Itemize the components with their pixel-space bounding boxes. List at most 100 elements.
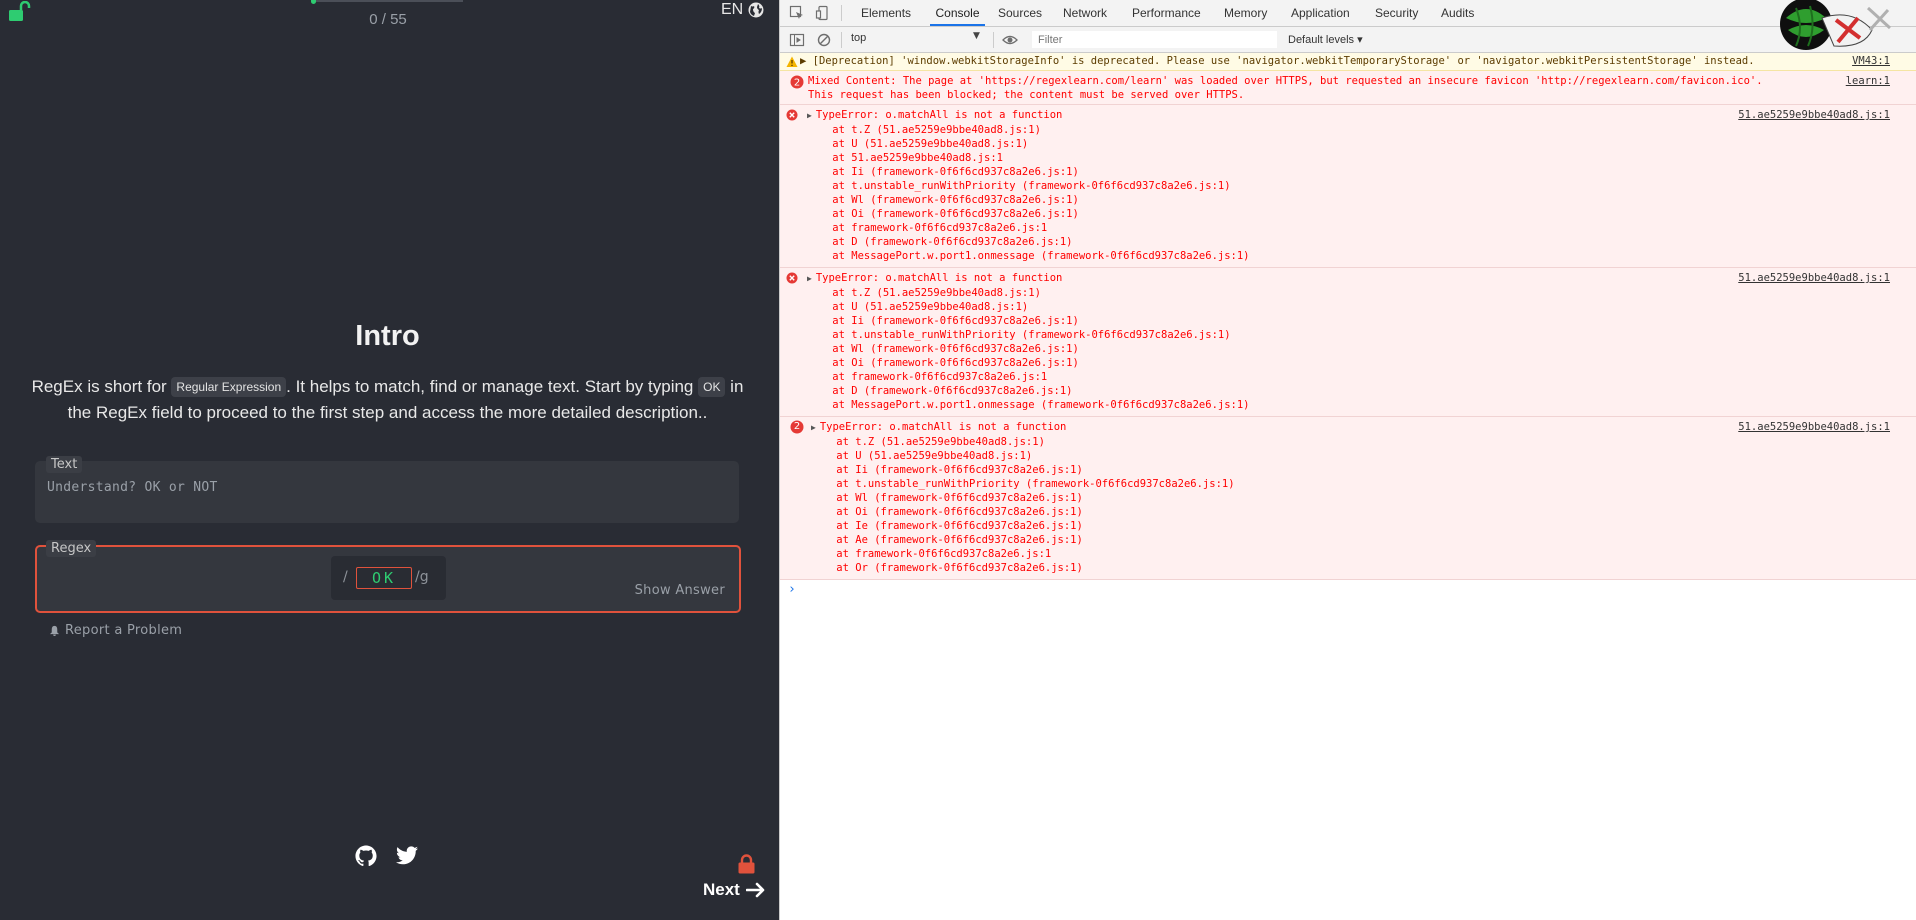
tab-performance[interactable]: Performance: [1132, 0, 1201, 26]
stack-frame[interactable]: at Oi (framework-0f6f6cd937c8a2e6.js:1): [807, 356, 1916, 370]
stack-frame[interactable]: at framework-0f6f6cd937c8a2e6.js:1: [811, 547, 1916, 561]
console-error[interactable]: 2 Mixed Content: The page at 'https://re…: [780, 71, 1916, 105]
stack-frame[interactable]: at D (framework-0f6f6cd937c8a2e6.js:1): [807, 235, 1916, 249]
lesson-title: Intro: [355, 320, 420, 352]
inspect-element-icon[interactable]: [789, 5, 805, 21]
error-icon: [786, 272, 798, 288]
description-text: . It helps to match, find or manage text…: [286, 377, 699, 396]
source-link[interactable]: learn:1: [1846, 74, 1890, 88]
stack-frame[interactable]: at t.unstable_runWithPriority (framework…: [807, 328, 1916, 342]
language-switcher[interactable]: EN: [721, 1, 764, 19]
regex-input[interactable]: [356, 567, 412, 589]
description-text: RegEx is short for: [31, 377, 172, 396]
eye-icon[interactable]: [1002, 32, 1018, 48]
github-icon[interactable]: [355, 845, 377, 867]
clear-console-icon[interactable]: [816, 32, 832, 48]
term-ok: OK: [698, 377, 726, 397]
expand-triangle-icon[interactable]: ▶: [807, 111, 812, 120]
report-problem-label: Report a Problem: [65, 623, 183, 638]
progress-indicator: [311, 0, 316, 4]
stack-frame[interactable]: at Ii (framework-0f6f6cd937c8a2e6.js:1): [811, 463, 1916, 477]
stack-frame[interactable]: at MessagePort.w.port1.onmessage (framew…: [807, 398, 1916, 412]
lock-icon: [738, 854, 755, 874]
unlock-icon[interactable]: [9, 1, 31, 21]
error-count-badge: 2: [790, 75, 804, 89]
console-prompt[interactable]: ›: [780, 580, 1916, 600]
toolbar-separator: [841, 32, 842, 48]
sidebar-toggle-icon[interactable]: [789, 32, 805, 48]
tab-security[interactable]: Security: [1375, 0, 1418, 26]
console-warning[interactable]: ▶ [Deprecation] 'window.webkitStorageInf…: [780, 53, 1916, 71]
source-link[interactable]: 51.ae5259e9bbe40ad8.js:1: [1738, 108, 1890, 122]
warning-icon: [786, 56, 798, 67]
console-message: ▶ [Deprecation] 'window.webkitStorageInf…: [800, 55, 1755, 67]
context-selector[interactable]: top: [851, 32, 981, 47]
report-problem-link[interactable]: Report a Problem: [49, 623, 182, 638]
stack-frame[interactable]: at t.Z (51.ae5259e9bbe40ad8.js:1): [807, 286, 1916, 300]
stack-frame[interactable]: at framework-0f6f6cd937c8a2e6.js:1: [807, 370, 1916, 384]
stack-frame[interactable]: at Oi (framework-0f6f6cd937c8a2e6.js:1): [811, 505, 1916, 519]
stack-frame[interactable]: at Oi (framework-0f6f6cd937c8a2e6.js:1): [807, 207, 1916, 221]
chevron-down-icon: ▼: [973, 31, 980, 41]
stack-frame[interactable]: at t.unstable_runWithPriority (framework…: [807, 179, 1916, 193]
globe-icon: [748, 2, 764, 18]
language-code: EN: [721, 1, 744, 18]
avatar: [1780, 0, 1892, 50]
stack-frame[interactable]: at Ie (framework-0f6f6cd937c8a2e6.js:1): [811, 519, 1916, 533]
devtools-tabbar: Elements Console Sources Network Perform…: [780, 0, 1916, 27]
console-error[interactable]: 2 ▶ TypeError: o.matchAll is not a functio…: [780, 417, 1916, 580]
tab-memory[interactable]: Memory: [1224, 0, 1267, 26]
regex-flags: /g: [415, 569, 429, 585]
source-link[interactable]: 51.ae5259e9bbe40ad8.js:1: [1738, 271, 1890, 285]
regex-editor: / /g: [331, 556, 446, 600]
console-filter-input[interactable]: [1032, 31, 1277, 48]
stack-frame[interactable]: at U (51.ae5259e9bbe40ad8.js:1): [807, 137, 1916, 151]
expand-triangle-icon[interactable]: ▶: [807, 274, 812, 283]
console-error[interactable]: ▶ TypeError: o.matchAll is not a function…: [780, 268, 1916, 417]
stack-frame[interactable]: at D (framework-0f6f6cd937c8a2e6.js:1): [807, 384, 1916, 398]
stack-frame[interactable]: at Wl (framework-0f6f6cd937c8a2e6.js:1): [811, 491, 1916, 505]
console-error[interactable]: ▶ TypeError: o.matchAll is not a function…: [780, 105, 1916, 268]
error-count: 2: [793, 421, 801, 432]
tab-console[interactable]: Console: [930, 0, 985, 26]
console-message: This request has been blocked; the conte…: [808, 89, 1245, 101]
stack-frame[interactable]: at U (51.ae5259e9bbe40ad8.js:1): [811, 449, 1916, 463]
stack-frame[interactable]: at Or (framework-0f6f6cd937c8a2e6.js:1): [811, 561, 1916, 575]
toolbar-separator: [841, 5, 842, 21]
stack-frame[interactable]: at Ae (framework-0f6f6cd937c8a2e6.js:1): [811, 533, 1916, 547]
stack-frame[interactable]: at Ii (framework-0f6f6cd937c8a2e6.js:1): [807, 165, 1916, 179]
next-button[interactable]: Next: [703, 880, 766, 900]
stack-frame[interactable]: at 51.ae5259e9bbe40ad8.js:1: [807, 151, 1916, 165]
expand-triangle-icon[interactable]: ▶: [811, 423, 816, 432]
tab-application[interactable]: Application: [1291, 0, 1350, 26]
stack-frame[interactable]: at Ii (framework-0f6f6cd937c8a2e6.js:1): [807, 314, 1916, 328]
bell-icon: [49, 625, 60, 636]
stack-frame[interactable]: at t.Z (51.ae5259e9bbe40ad8.js:1): [811, 435, 1916, 449]
stack-frame[interactable]: at MessagePort.w.port1.onmessage (framew…: [807, 249, 1916, 263]
show-answer-button[interactable]: Show Answer: [635, 583, 725, 598]
stack-frame[interactable]: at framework-0f6f6cd937c8a2e6.js:1: [807, 221, 1916, 235]
tab-audits[interactable]: Audits: [1441, 0, 1474, 26]
error-message: TypeError: o.matchAll is not a function: [815, 109, 1063, 121]
console-message: Mixed Content: The page at 'https://rege…: [808, 75, 1763, 87]
regex-open-delimiter: /: [343, 569, 348, 585]
stack-frame[interactable]: at t.Z (51.ae5259e9bbe40ad8.js:1): [807, 123, 1916, 137]
tab-network[interactable]: Network: [1063, 0, 1107, 26]
error-icon: [786, 109, 798, 125]
tab-elements[interactable]: Elements: [861, 0, 911, 26]
toolbar-separator: [993, 32, 994, 48]
term-regular-expression: Regular Expression: [171, 377, 287, 397]
regex-panel: Regex / /g Show Answer: [35, 540, 741, 613]
lesson-description: RegEx is short for Regular Expression. I…: [30, 374, 745, 426]
stack-frame[interactable]: at Wl (framework-0f6f6cd937c8a2e6.js:1): [807, 193, 1916, 207]
console-toolbar: top ▼ Default levels ▾: [780, 27, 1916, 53]
source-link[interactable]: 51.ae5259e9bbe40ad8.js:1: [1738, 420, 1890, 434]
twitter-icon[interactable]: [396, 846, 418, 865]
progress-bar: [313, 0, 463, 2]
stack-frame[interactable]: at Wl (framework-0f6f6cd937c8a2e6.js:1): [807, 342, 1916, 356]
log-levels-dropdown[interactable]: Default levels ▾: [1288, 33, 1363, 46]
stack-frame[interactable]: at U (51.ae5259e9bbe40ad8.js:1): [807, 300, 1916, 314]
tab-sources[interactable]: Sources: [998, 0, 1042, 26]
device-toolbar-icon[interactable]: [815, 5, 831, 21]
stack-frame[interactable]: at t.unstable_runWithPriority (framework…: [811, 477, 1916, 491]
